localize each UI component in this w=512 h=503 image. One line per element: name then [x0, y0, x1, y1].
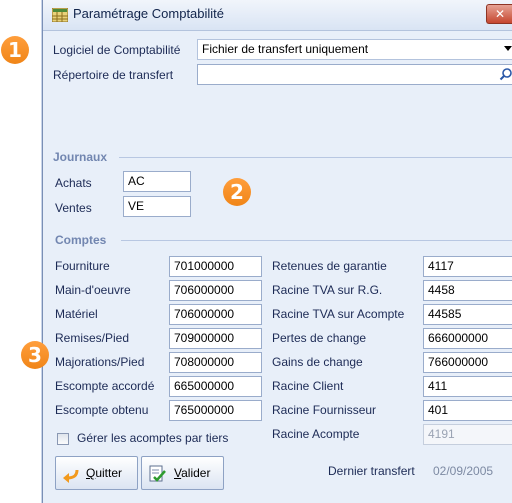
- journal-achats-input[interactable]: AC: [123, 171, 191, 192]
- account-label: Racine TVA sur R.G.: [272, 283, 383, 297]
- title-bar: Paramétrage Comptabilité ✕: [43, 0, 512, 31]
- account-input[interactable]: 665000000: [169, 376, 262, 397]
- advance-per-party-checkbox[interactable]: [57, 433, 69, 445]
- account-label: Main-d'oeuvre: [55, 283, 131, 297]
- account-label: Racine Fournisseur: [272, 403, 377, 417]
- annotation-badge-2: 2: [223, 178, 251, 206]
- account-input[interactable]: 706000000: [169, 304, 262, 325]
- account-label: Matériel: [55, 307, 98, 321]
- spreadsheet-app-icon: [52, 8, 68, 22]
- account-label: Retenues de garantie: [272, 259, 387, 273]
- last-transfer-date: 02/09/2005: [433, 464, 494, 478]
- chevron-down-icon[interactable]: [504, 46, 512, 51]
- comptes-section-title: Comptes: [55, 233, 107, 247]
- account-label: Pertes de change: [272, 331, 367, 345]
- account-input[interactable]: 701000000: [169, 256, 262, 277]
- annotation-badge-3: 3: [21, 341, 49, 369]
- account-input[interactable]: 666000000: [423, 328, 512, 349]
- account-label: Remises/Pied: [55, 331, 130, 345]
- account-input: 4191: [423, 424, 512, 445]
- search-icon[interactable]: [499, 67, 512, 81]
- last-transfer-label: Dernier transfert: [328, 464, 415, 478]
- quit-button-label: Quitter: [86, 466, 123, 480]
- account-input[interactable]: 411: [423, 376, 512, 397]
- account-label: Escompte accordé: [55, 379, 155, 393]
- validate-button[interactable]: Valider: [141, 456, 224, 490]
- annotation-badge-1: 1: [1, 36, 29, 64]
- close-button[interactable]: ✕: [486, 4, 512, 24]
- software-label: Logiciel de Comptabilité: [53, 43, 181, 57]
- account-label: Majorations/Pied: [55, 355, 145, 369]
- journaux-section-title: Journaux: [53, 150, 108, 164]
- software-select[interactable]: Fichier de transfert uniquement: [197, 39, 512, 60]
- account-input[interactable]: 4458: [423, 280, 512, 301]
- account-input[interactable]: 765000000: [169, 400, 262, 421]
- journal-ventes-label: Ventes: [55, 201, 92, 215]
- advance-per-party-label: Gérer les acomptes par tiers: [77, 431, 229, 445]
- account-label: Racine Acompte: [272, 427, 360, 441]
- validate-button-label: Valider: [174, 466, 211, 480]
- account-input[interactable]: 4117: [423, 256, 512, 277]
- account-input[interactable]: 709000000: [169, 328, 262, 349]
- account-input[interactable]: 706000000: [169, 280, 262, 301]
- account-label: Racine Client: [272, 379, 344, 393]
- journal-achats-label: Achats: [55, 176, 92, 190]
- software-select-value: Fichier de transfert uniquement: [202, 42, 369, 56]
- account-label: Fourniture: [55, 259, 110, 273]
- window-title: Paramétrage Comptabilité: [73, 6, 225, 21]
- account-input[interactable]: 44585: [423, 304, 512, 325]
- account-input[interactable]: 766000000: [423, 352, 512, 373]
- account-input[interactable]: 708000000: [169, 352, 262, 373]
- journal-ventes-input[interactable]: VE: [123, 196, 191, 217]
- validate-document-icon: [149, 465, 166, 482]
- directory-input[interactable]: [197, 64, 512, 85]
- account-label: Racine TVA sur Acompte: [272, 307, 405, 321]
- back-arrow-icon: [63, 469, 79, 483]
- journaux-divider: [119, 157, 512, 158]
- quit-button[interactable]: Quitter: [55, 456, 138, 490]
- account-label: Escompte obtenu: [55, 403, 149, 417]
- account-label: Gains de change: [272, 355, 363, 369]
- directory-label: Répertoire de transfert: [53, 68, 174, 82]
- settings-window: Paramétrage Comptabilité ✕ Logiciel de C…: [42, 0, 512, 503]
- comptes-divider: [121, 240, 512, 241]
- account-input[interactable]: 401: [423, 400, 512, 421]
